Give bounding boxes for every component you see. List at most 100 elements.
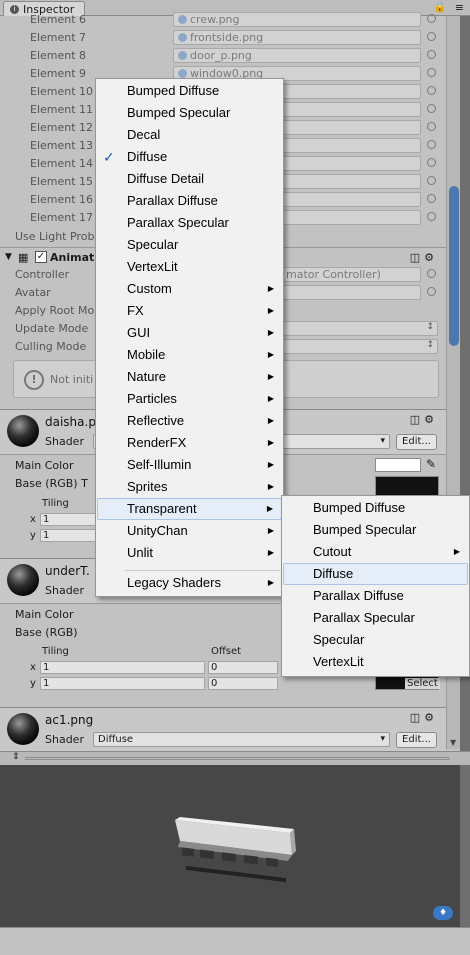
resize-grip[interactable] xyxy=(25,757,450,760)
settings-gear-icon[interactable]: ⚙ xyxy=(424,251,438,264)
foldout-arrow-icon[interactable]: ▼ xyxy=(5,252,12,262)
object-picker-icon[interactable] xyxy=(427,140,436,149)
menu-item-diffuse[interactable]: ✓ Diffuse xyxy=(97,146,282,168)
menu-item-label: Decal xyxy=(127,127,161,142)
object-picker-icon[interactable] xyxy=(427,86,436,95)
component-header-icons[interactable]: ◫⚙ xyxy=(410,251,438,264)
element-label: Element 16 xyxy=(30,193,94,206)
submenu-item-parallax-specular[interactable]: Parallax Specular xyxy=(283,607,468,629)
train-model-image xyxy=(175,817,296,883)
texture-object-field[interactable]: door_p.png xyxy=(173,48,421,63)
texture-select-button[interactable]: Select xyxy=(405,678,440,689)
animator-object-field[interactable]: mator Controller) xyxy=(283,267,421,282)
tiling-x-field[interactable]: 1 xyxy=(40,661,205,674)
submenu-arrow-icon: ▶ xyxy=(267,526,274,535)
object-picker-icon[interactable] xyxy=(427,104,436,113)
material-header-ac1: ac1.png Shader Diffuse Edit... ◫⚙ xyxy=(0,707,446,753)
menu-item-label: Sprites xyxy=(127,479,168,494)
texture-name: frontside.png xyxy=(190,31,264,44)
base-rgb-label: Base (RGB) T xyxy=(15,477,88,490)
tiling-y-field[interactable]: 1 xyxy=(40,529,96,542)
material-preview-sphere xyxy=(7,713,39,745)
preview-resize-bar[interactable]: ⇕ xyxy=(0,751,470,765)
menu-item-diffuse-detail[interactable]: Diffuse Detail xyxy=(97,168,282,190)
menu-item-mobile[interactable]: Mobile ▶ xyxy=(97,344,282,366)
edit-shader-button[interactable]: Edit... xyxy=(396,732,437,748)
menu-item-parallax-diffuse[interactable]: Parallax Diffuse xyxy=(97,190,282,212)
submenu-arrow-icon: ▶ xyxy=(267,548,274,557)
menu-item-parallax-specular[interactable]: Parallax Specular xyxy=(97,212,282,234)
menu-item-unlit[interactable]: Unlit ▶ xyxy=(97,542,282,564)
edit-shader-button[interactable]: Edit... xyxy=(396,434,437,450)
menu-item-specular[interactable]: Specular xyxy=(97,234,282,256)
preview-toggle-icon[interactable]: ⇕ xyxy=(12,752,20,762)
object-picker-icon[interactable] xyxy=(427,287,436,296)
submenu-item-parallax-diffuse[interactable]: Parallax Diffuse xyxy=(283,585,468,607)
tiling-y-field[interactable]: 1 xyxy=(40,677,205,690)
material-header-icons[interactable]: ◫⚙ xyxy=(410,711,438,724)
object-picker-icon[interactable] xyxy=(427,269,436,278)
object-picker-icon[interactable] xyxy=(427,32,436,41)
animator-enabled-checkbox[interactable]: ✓ xyxy=(35,251,47,263)
animator-mode-dropdown[interactable] xyxy=(283,339,438,354)
submenu-arrow-icon: ▶ xyxy=(267,416,274,425)
object-picker-icon[interactable] xyxy=(427,176,436,185)
submenu-arrow-icon: ▶ xyxy=(266,504,273,513)
menu-item-label: Parallax Specular xyxy=(127,215,229,230)
menu-item-custom[interactable]: Custom ▶ xyxy=(97,278,282,300)
submenu-item-vertexlit[interactable]: VertexLit xyxy=(283,651,468,673)
help-book-icon[interactable]: ◫ xyxy=(410,711,424,724)
menu-item-nature[interactable]: Nature ▶ xyxy=(97,366,282,388)
object-picker-icon[interactable] xyxy=(427,212,436,221)
menu-item-legacy-shaders[interactable]: Legacy Shaders ▶ xyxy=(97,572,282,594)
offset-x-field[interactable]: 0 xyxy=(208,661,278,674)
menu-item-vertexlit[interactable]: VertexLit xyxy=(97,256,282,278)
scrollbar-thumb[interactable] xyxy=(449,186,459,346)
tiling-x-field[interactable]: 1 xyxy=(40,513,96,526)
window-menu-icon[interactable]: ≡ xyxy=(455,1,464,14)
menu-item-bumped-diffuse[interactable]: Bumped Diffuse xyxy=(97,80,282,102)
model-preview[interactable] xyxy=(0,765,460,927)
submenu-item-specular[interactable]: Specular xyxy=(283,629,468,651)
animator-mode-dropdown[interactable] xyxy=(283,321,438,336)
submenu-item-cutout[interactable]: Cutout ▶ xyxy=(283,541,468,563)
settings-gear-icon[interactable]: ⚙ xyxy=(424,711,438,724)
menu-item-gui[interactable]: GUI ▶ xyxy=(97,322,282,344)
menu-item-decal[interactable]: Decal xyxy=(97,124,282,146)
submenu-arrow-icon: ▶ xyxy=(267,306,274,315)
menu-item-bumped-specular[interactable]: Bumped Specular xyxy=(97,102,282,124)
settings-gear-icon[interactable]: ⚙ xyxy=(424,413,438,426)
submenu-arrow-icon: ▶ xyxy=(453,547,460,556)
object-picker-icon[interactable] xyxy=(427,194,436,203)
menu-item-self-illumin[interactable]: Self-Illumin ▶ xyxy=(97,454,282,476)
submenu-item-bumped-specular[interactable]: Bumped Specular xyxy=(283,519,468,541)
menu-item-label: Bumped Specular xyxy=(313,522,417,537)
texture-object-field[interactable]: crew.png xyxy=(173,12,421,27)
object-picker-icon[interactable] xyxy=(427,50,436,59)
submenu-item-diffuse[interactable]: Diffuse xyxy=(283,563,468,585)
eyedropper-icon[interactable]: ✎ xyxy=(426,457,436,471)
menu-item-fx[interactable]: FX ▶ xyxy=(97,300,282,322)
menu-item-transparent[interactable]: Transparent ▶ xyxy=(97,498,282,520)
object-picker-icon[interactable] xyxy=(427,122,436,131)
texture-object-field[interactable]: frontside.png xyxy=(173,30,421,45)
object-picker-icon[interactable] xyxy=(427,14,436,23)
help-book-icon[interactable]: ◫ xyxy=(410,413,424,426)
material-header-icons[interactable]: ◫⚙ xyxy=(410,413,438,426)
menu-item-particles[interactable]: Particles ▶ xyxy=(97,388,282,410)
menu-item-renderfx[interactable]: RenderFX ▶ xyxy=(97,432,282,454)
main-color-swatch[interactable] xyxy=(375,458,421,472)
offset-y-field[interactable]: 0 xyxy=(208,677,278,690)
asset-label-icon[interactable]: ♦ xyxy=(433,906,453,920)
animator-object-field[interactable] xyxy=(283,285,421,300)
scroll-down-arrow-icon[interactable]: ▼ xyxy=(450,738,456,747)
object-picker-icon[interactable] xyxy=(427,68,436,77)
menu-item-reflective[interactable]: Reflective ▶ xyxy=(97,410,282,432)
transparent-submenu: Bumped Diffuse Bumped Specular Cutout ▶ Diff… xyxy=(281,495,470,677)
menu-item-sprites[interactable]: Sprites ▶ xyxy=(97,476,282,498)
menu-item-unitychan[interactable]: UnityChan ▶ xyxy=(97,520,282,542)
submenu-item-bumped-diffuse[interactable]: Bumped Diffuse xyxy=(283,497,468,519)
shader-dropdown[interactable]: Diffuse xyxy=(93,732,390,747)
help-book-icon[interactable]: ◫ xyxy=(410,251,424,264)
object-picker-icon[interactable] xyxy=(427,158,436,167)
